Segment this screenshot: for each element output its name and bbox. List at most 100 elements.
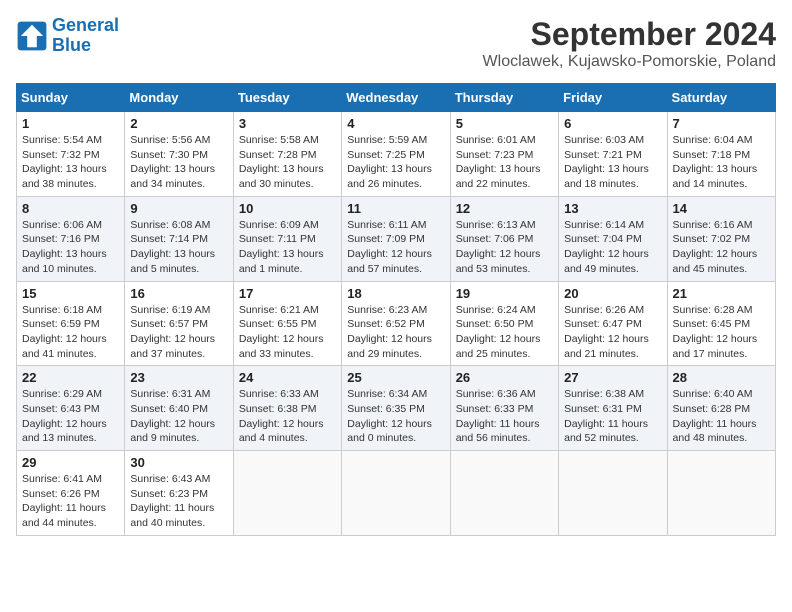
day-of-week-header: Wednesday	[342, 84, 450, 112]
calendar-body: 1 Sunrise: 5:54 AM Sunset: 7:32 PM Daylig…	[17, 112, 776, 536]
day-info: Sunrise: 6:26 AM Sunset: 6:47 PM Dayligh…	[564, 303, 661, 362]
calendar-cell: 21 Sunrise: 6:28 AM Sunset: 6:45 PM Dayli…	[667, 281, 775, 366]
day-info: Sunrise: 6:13 AM Sunset: 7:06 PM Dayligh…	[456, 218, 553, 277]
day-number: 29	[22, 455, 119, 470]
day-number: 10	[239, 201, 336, 216]
day-number: 9	[130, 201, 227, 216]
day-info: Sunrise: 5:58 AM Sunset: 7:28 PM Dayligh…	[239, 133, 336, 192]
calendar-cell: 9Sunrise: 6:08 AM Sunset: 7:14 PM Daylig…	[125, 196, 233, 281]
calendar-table: SundayMondayTuesdayWednesdayThursdayFrid…	[16, 83, 776, 536]
calendar-cell: 4Sunrise: 5:59 AM Sunset: 7:25 PM Daylig…	[342, 112, 450, 197]
calendar-cell: 29 Sunrise: 6:41 AM Sunset: 6:26 PM Dayli…	[17, 451, 125, 536]
day-info: Sunrise: 6:41 AM Sunset: 6:26 PM Dayligh…	[22, 472, 119, 531]
calendar-cell	[233, 451, 341, 536]
day-info: Sunrise: 6:01 AM Sunset: 7:23 PM Dayligh…	[456, 133, 553, 192]
day-number: 4	[347, 116, 444, 131]
day-info: Sunrise: 6:11 AM Sunset: 7:09 PM Dayligh…	[347, 218, 444, 277]
calendar-cell: 6 Sunrise: 6:03 AM Sunset: 7:21 PM Daylig…	[559, 112, 667, 197]
day-number: 21	[673, 286, 770, 301]
day-info: Sunrise: 6:09 AM Sunset: 7:11 PM Dayligh…	[239, 218, 336, 277]
day-info: Sunrise: 6:16 AM Sunset: 7:02 PM Dayligh…	[673, 218, 770, 277]
day-number: 6	[564, 116, 661, 131]
calendar-cell: 15Sunrise: 6:18 AM Sunset: 6:59 PM Dayli…	[17, 281, 125, 366]
day-number: 17	[239, 286, 336, 301]
day-number: 30	[130, 455, 227, 470]
day-info: Sunrise: 6:06 AM Sunset: 7:16 PM Dayligh…	[22, 218, 119, 277]
calendar-cell: 8 Sunrise: 6:06 AM Sunset: 7:16 PM Daylig…	[17, 196, 125, 281]
day-number: 1	[22, 116, 119, 131]
calendar-cell	[450, 451, 558, 536]
calendar-week-row: 22 Sunrise: 6:29 AM Sunset: 6:43 PM Dayli…	[17, 366, 776, 451]
day-info: Sunrise: 5:56 AM Sunset: 7:30 PM Dayligh…	[130, 133, 227, 192]
day-info: Sunrise: 6:40 AM Sunset: 6:28 PM Dayligh…	[673, 387, 770, 446]
calendar-header-row: SundayMondayTuesdayWednesdayThursdayFrid…	[17, 84, 776, 112]
day-info: Sunrise: 6:03 AM Sunset: 7:21 PM Dayligh…	[564, 133, 661, 192]
calendar-cell: 18 Sunrise: 6:23 AM Sunset: 6:52 PM Dayli…	[342, 281, 450, 366]
day-info: Sunrise: 6:36 AM Sunset: 6:33 PM Dayligh…	[456, 387, 553, 446]
day-info: Sunrise: 6:28 AM Sunset: 6:45 PM Dayligh…	[673, 303, 770, 362]
day-info: Sunrise: 6:04 AM Sunset: 7:18 PM Dayligh…	[673, 133, 770, 192]
day-number: 20	[564, 286, 661, 301]
day-info: Sunrise: 6:21 AM Sunset: 6:55 PM Dayligh…	[239, 303, 336, 362]
page-header: General Blue September 2024 Wloclawek, K…	[16, 16, 776, 71]
day-number: 23	[130, 370, 227, 385]
day-info: Sunrise: 6:23 AM Sunset: 6:52 PM Dayligh…	[347, 303, 444, 362]
calendar-cell: 1 Sunrise: 5:54 AM Sunset: 7:32 PM Daylig…	[17, 112, 125, 197]
day-number: 15	[22, 286, 119, 301]
calendar-cell: 24Sunrise: 6:33 AM Sunset: 6:38 PM Dayli…	[233, 366, 341, 451]
day-number: 22	[22, 370, 119, 385]
day-info: Sunrise: 6:24 AM Sunset: 6:50 PM Dayligh…	[456, 303, 553, 362]
day-number: 8	[22, 201, 119, 216]
day-number: 11	[347, 201, 444, 216]
day-info: Sunrise: 6:31 AM Sunset: 6:40 PM Dayligh…	[130, 387, 227, 446]
calendar-cell: 19 Sunrise: 6:24 AM Sunset: 6:50 PM Dayli…	[450, 281, 558, 366]
day-of-week-header: Friday	[559, 84, 667, 112]
calendar-week-row: 1 Sunrise: 5:54 AM Sunset: 7:32 PM Daylig…	[17, 112, 776, 197]
calendar-cell: 16Sunrise: 6:19 AM Sunset: 6:57 PM Dayli…	[125, 281, 233, 366]
calendar-cell: 7 Sunrise: 6:04 AM Sunset: 7:18 PM Daylig…	[667, 112, 775, 197]
day-info: Sunrise: 6:14 AM Sunset: 7:04 PM Dayligh…	[564, 218, 661, 277]
title-block: September 2024 Wloclawek, Kujawsko-Pomor…	[483, 16, 776, 71]
day-number: 19	[456, 286, 553, 301]
logo-icon	[16, 20, 48, 52]
calendar-cell: 27 Sunrise: 6:38 AM Sunset: 6:31 PM Dayli…	[559, 366, 667, 451]
day-number: 25	[347, 370, 444, 385]
calendar-cell: 14 Sunrise: 6:16 AM Sunset: 7:02 PM Dayli…	[667, 196, 775, 281]
calendar-cell	[667, 451, 775, 536]
calendar-cell: 22 Sunrise: 6:29 AM Sunset: 6:43 PM Dayli…	[17, 366, 125, 451]
calendar-week-row: 29 Sunrise: 6:41 AM Sunset: 6:26 PM Dayli…	[17, 451, 776, 536]
day-of-week-header: Monday	[125, 84, 233, 112]
day-of-week-header: Sunday	[17, 84, 125, 112]
day-number: 12	[456, 201, 553, 216]
day-info: Sunrise: 6:33 AM Sunset: 6:38 PM Dayligh…	[239, 387, 336, 446]
day-number: 28	[673, 370, 770, 385]
day-number: 27	[564, 370, 661, 385]
day-number: 26	[456, 370, 553, 385]
location-subtitle: Wloclawek, Kujawsko-Pomorskie, Poland	[483, 53, 776, 71]
calendar-cell: 26 Sunrise: 6:36 AM Sunset: 6:33 PM Dayli…	[450, 366, 558, 451]
day-info: Sunrise: 6:38 AM Sunset: 6:31 PM Dayligh…	[564, 387, 661, 446]
day-number: 7	[673, 116, 770, 131]
day-info: Sunrise: 5:54 AM Sunset: 7:32 PM Dayligh…	[22, 133, 119, 192]
calendar-week-row: 8 Sunrise: 6:06 AM Sunset: 7:16 PM Daylig…	[17, 196, 776, 281]
day-number: 14	[673, 201, 770, 216]
month-title: September 2024	[483, 16, 776, 53]
day-info: Sunrise: 6:29 AM Sunset: 6:43 PM Dayligh…	[22, 387, 119, 446]
calendar-cell: 12 Sunrise: 6:13 AM Sunset: 7:06 PM Dayli…	[450, 196, 558, 281]
day-number: 5	[456, 116, 553, 131]
calendar-cell	[342, 451, 450, 536]
calendar-cell: 13Sunrise: 6:14 AM Sunset: 7:04 PM Dayli…	[559, 196, 667, 281]
calendar-cell	[559, 451, 667, 536]
calendar-cell: 10 Sunrise: 6:09 AM Sunset: 7:11 PM Dayli…	[233, 196, 341, 281]
calendar-cell: 17 Sunrise: 6:21 AM Sunset: 6:55 PM Dayli…	[233, 281, 341, 366]
calendar-cell: 11 Sunrise: 6:11 AM Sunset: 7:09 PM Dayli…	[342, 196, 450, 281]
day-number: 3	[239, 116, 336, 131]
day-of-week-header: Thursday	[450, 84, 558, 112]
day-of-week-header: Tuesday	[233, 84, 341, 112]
day-number: 18	[347, 286, 444, 301]
calendar-cell: 30Sunrise: 6:43 AM Sunset: 6:23 PM Dayli…	[125, 451, 233, 536]
day-info: Sunrise: 6:34 AM Sunset: 6:35 PM Dayligh…	[347, 387, 444, 446]
day-of-week-header: Saturday	[667, 84, 775, 112]
calendar-cell: 5 Sunrise: 6:01 AM Sunset: 7:23 PM Daylig…	[450, 112, 558, 197]
logo-text: General Blue	[52, 16, 119, 56]
